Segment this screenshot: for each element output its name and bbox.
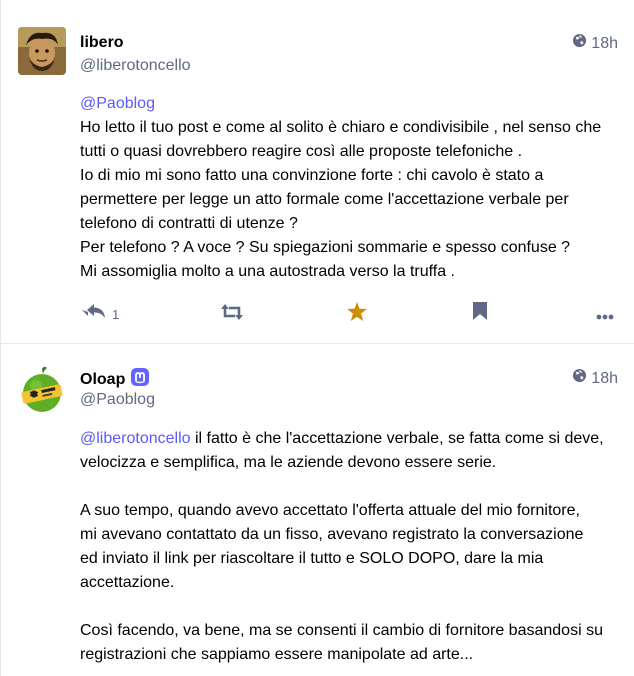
avatar[interactable]	[18, 27, 66, 75]
content-line: telefono di contratti di utenze ?	[80, 215, 298, 232]
post-content: @Paoblog Ho letto il tuo post e come al …	[80, 92, 620, 284]
content-line: ed inviato il link per riascoltare il tu…	[80, 550, 544, 567]
content-line: A suo tempo, quando avevo accettato l'of…	[80, 502, 580, 519]
reply-button[interactable]: 1	[82, 302, 119, 323]
content-line: Mi assomiglia molto a una autostrada ver…	[80, 263, 455, 280]
content-line: velocizza e semplifica, ma le aziende de…	[80, 454, 497, 471]
post-time[interactable]: 18h	[572, 368, 618, 389]
mention-link[interactable]: @liberotoncello	[80, 430, 191, 447]
globe-icon	[572, 368, 587, 389]
bookmark-button[interactable]	[473, 302, 487, 323]
globe-icon	[572, 33, 587, 54]
status-post[interactable]: Oloap @Paoblog 18h @liberotoncello il fa…	[0, 344, 634, 676]
author-name[interactable]: Oloap	[80, 368, 150, 392]
favourite-button[interactable]	[347, 302, 367, 324]
action-bar: 1	[80, 302, 620, 326]
mastodon-icon	[131, 368, 150, 392]
bookmark-icon	[473, 302, 487, 323]
content-line: Ho letto il tuo post e come al solito è …	[80, 119, 602, 136]
ellipsis-icon	[596, 308, 614, 323]
content-line: accettazione.	[80, 574, 175, 591]
mention-link[interactable]: @Paoblog	[80, 95, 155, 112]
post-content: @liberotoncello il fatto è che l'accetta…	[80, 427, 620, 667]
content-line: registrazioni che sappiamo essere manipo…	[80, 646, 474, 663]
star-icon	[347, 302, 367, 324]
reply-all-icon	[82, 302, 106, 323]
author-handle[interactable]: @liberotoncello	[80, 56, 191, 76]
status-post[interactable]: libero @liberotoncello 18h @Paoblog Ho l…	[0, 0, 634, 340]
more-options-button[interactable]	[596, 308, 614, 323]
time-label: 18h	[591, 34, 618, 52]
retweet-icon	[221, 304, 243, 323]
avatar[interactable]	[18, 366, 66, 414]
time-label: 18h	[591, 369, 618, 387]
content-line: Io di mio mi sono fatto una convinzione …	[80, 167, 544, 184]
content-line: Per telefono ? A voce ? Su spiegazioni s…	[80, 239, 571, 256]
post-time[interactable]: 18h	[572, 33, 618, 54]
author-name[interactable]: libero	[80, 33, 124, 53]
content-line: mi avevano contattato da un fisso, aveva…	[80, 526, 584, 543]
content-line: permettere per legge un atto formale com…	[80, 191, 569, 208]
content-text: il fatto è che l'accettazione verbale, s…	[190, 430, 604, 447]
boost-button[interactable]	[221, 304, 243, 323]
author-name-label: Oloap	[80, 371, 126, 388]
reply-count: 1	[112, 307, 120, 322]
content-line: tutti o quasi dovrebbero reagire così al…	[80, 143, 523, 160]
content-line: Così facendo, va bene, ma se consenti il…	[80, 622, 603, 639]
author-handle[interactable]: @Paoblog	[80, 390, 155, 410]
